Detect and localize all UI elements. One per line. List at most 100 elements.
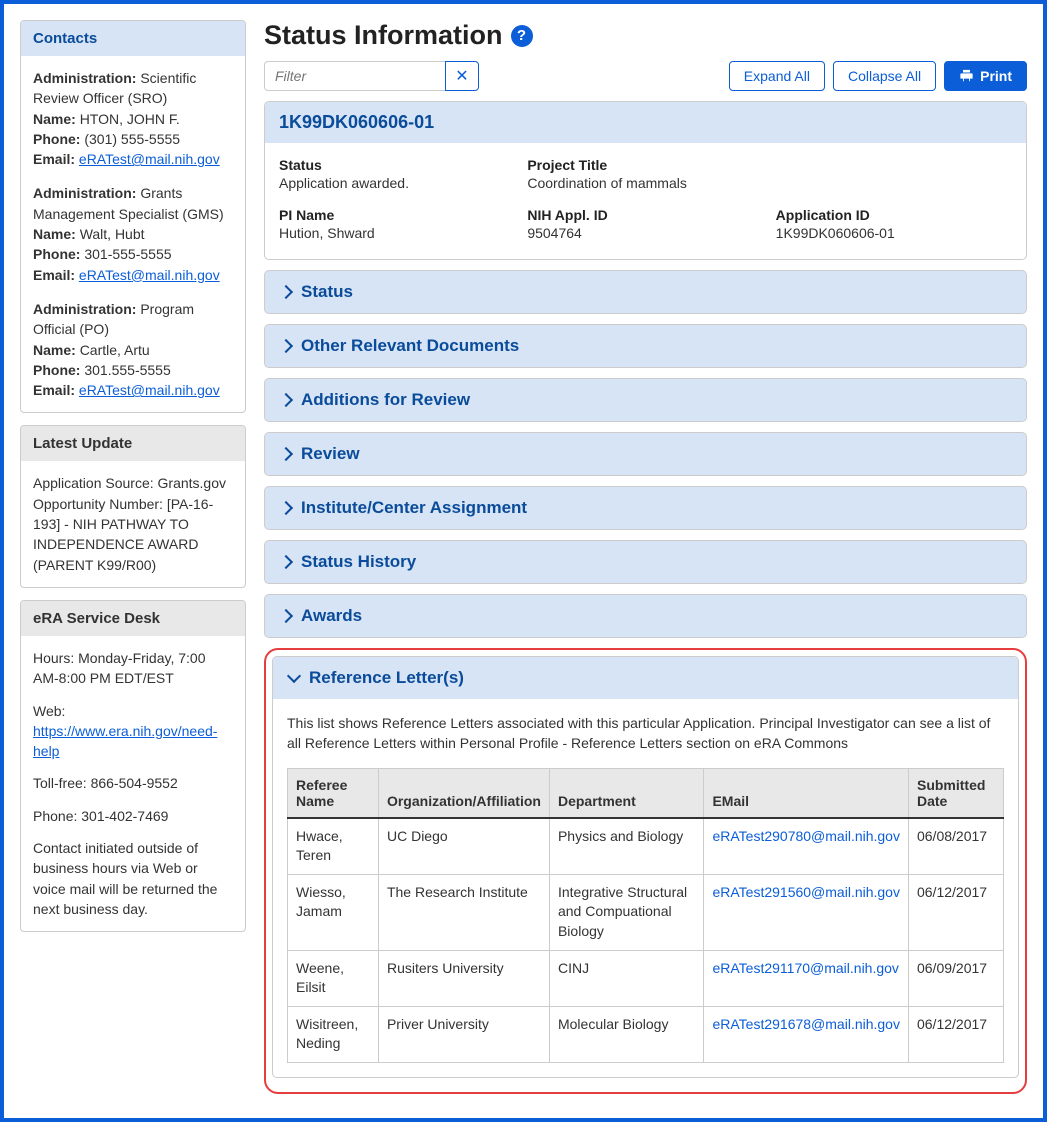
reference-letters-highlight: Reference Letter(s) This list shows Refe… <box>264 648 1027 1094</box>
cell-organization: The Research Institute <box>378 874 549 950</box>
accordion-other-docs[interactable]: Other Relevant Documents <box>264 324 1027 368</box>
contact-email-link[interactable]: eRATest@mail.nih.gov <box>79 267 220 283</box>
referee-email-link[interactable]: eRATest291560@mail.nih.gov <box>712 884 900 900</box>
accordion-additions-review[interactable]: Additions for Review <box>264 378 1027 422</box>
accordion-review[interactable]: Review <box>264 432 1027 476</box>
contact-name-value: Walt, Hubt <box>80 226 145 242</box>
cell-referee-name: Weene, Eilsit <box>288 950 379 1006</box>
contact-name-value: HTON, JOHN F. <box>80 111 180 127</box>
cell-submitted-date: 06/12/2017 <box>908 1006 1003 1062</box>
service-desk-header: eRA Service Desk <box>21 601 245 636</box>
accordion-label: Additions for Review <box>301 390 470 410</box>
main-content: Status Information ? ✕ Expand All Collap… <box>264 20 1027 1102</box>
service-desk-panel: eRA Service Desk Hours: Monday-Friday, 7… <box>20 600 246 932</box>
application-id-value: 1K99DK060606-01 <box>776 225 1012 241</box>
chevron-right-icon <box>279 339 293 353</box>
service-desk-note: Contact initiated outside of business ho… <box>33 838 233 919</box>
table-row: Hwace, Teren UC Diego Physics and Biolog… <box>288 818 1004 875</box>
service-desk-web-link[interactable]: https://www.era.nih.gov/need-help <box>33 723 217 759</box>
referee-email-link[interactable]: eRATest290780@mail.nih.gov <box>712 828 900 844</box>
cell-referee-name: Wisitreen, Neding <box>288 1006 379 1062</box>
contact-email-label: Email: <box>33 151 75 167</box>
chevron-right-icon <box>279 555 293 569</box>
accordion-label: Status <box>301 282 353 302</box>
application-id-label: Application ID <box>776 207 1012 223</box>
contact-block: Administration: Program Official (PO) Na… <box>33 299 233 400</box>
accordion-status-history[interactable]: Status History <box>264 540 1027 584</box>
chevron-right-icon <box>279 393 293 407</box>
service-desk-hours: Hours: Monday-Friday, 7:00 AM-8:00 PM ED… <box>33 648 233 689</box>
cell-submitted-date: 06/08/2017 <box>908 818 1003 875</box>
contact-name-value: Cartle, Artu <box>80 342 150 358</box>
reference-letters-description: This list shows Reference Letters associ… <box>287 713 1004 754</box>
col-submitted-date: Submitted Date <box>908 768 1003 818</box>
project-title-label: Project Title <box>527 157 1012 173</box>
service-desk-web-label: Web: <box>33 703 65 719</box>
sidebar: Contacts Administration: Scientific Revi… <box>20 20 246 1102</box>
pi-name-label: PI Name <box>279 207 515 223</box>
filter-wrap: ✕ <box>264 61 479 91</box>
cell-department: Molecular Biology <box>549 1006 704 1062</box>
accordion-label: Other Relevant Documents <box>301 336 519 356</box>
accordion-reference-letters[interactable]: Reference Letter(s) <box>273 657 1018 699</box>
contact-admin-label: Administration: <box>33 301 136 317</box>
print-icon <box>959 69 974 83</box>
accordion-awards[interactable]: Awards <box>264 594 1027 638</box>
page-title: Status Information ? <box>264 20 1027 51</box>
help-icon[interactable]: ? <box>511 25 533 47</box>
accordion-label: Institute/Center Assignment <box>301 498 527 518</box>
contact-email-label: Email: <box>33 267 75 283</box>
cell-department: Physics and Biology <box>549 818 704 875</box>
expand-all-button[interactable]: Expand All <box>729 61 825 91</box>
contact-admin-label: Administration: <box>33 185 136 201</box>
latest-update-text: Application Source: Grants.gov Opportuni… <box>33 473 233 574</box>
contact-email-label: Email: <box>33 382 75 398</box>
accordion-label: Status History <box>301 552 416 572</box>
cell-submitted-date: 06/09/2017 <box>908 950 1003 1006</box>
reference-letters-body: This list shows Reference Letters associ… <box>273 699 1018 1077</box>
contact-block: Administration: Grants Management Specia… <box>33 183 233 284</box>
table-row: Wisitreen, Neding Priver University Mole… <box>288 1006 1004 1062</box>
print-button[interactable]: Print <box>944 61 1027 91</box>
chevron-right-icon <box>279 447 293 461</box>
cell-submitted-date: 06/12/2017 <box>908 874 1003 950</box>
contact-admin-label: Administration: <box>33 70 136 86</box>
referee-email-link[interactable]: eRATest291170@mail.nih.gov <box>712 960 898 976</box>
contact-name-label: Name: <box>33 111 76 127</box>
contact-phone-value: 301.555-5555 <box>84 362 170 378</box>
application-info-grid: Status Application awarded. Project Titl… <box>265 143 1026 259</box>
table-row: Wiesso, Jamam The Research Institute Int… <box>288 874 1004 950</box>
service-desk-tollfree: Toll-free: 866-504-9552 <box>33 773 233 793</box>
print-button-label: Print <box>980 68 1012 84</box>
chevron-right-icon <box>279 285 293 299</box>
reference-letters-table: Referee Name Organization/Affiliation De… <box>287 768 1004 1063</box>
accordion-label: Reference Letter(s) <box>309 668 464 688</box>
col-referee-name: Referee Name <box>288 768 379 818</box>
contact-phone-label: Phone: <box>33 362 80 378</box>
page-title-text: Status Information <box>264 20 503 51</box>
contact-email-link[interactable]: eRATest@mail.nih.gov <box>79 382 220 398</box>
cell-organization: Rusiters University <box>378 950 549 1006</box>
application-card: 1K99DK060606-01 Status Application award… <box>264 101 1027 260</box>
contact-email-link[interactable]: eRATest@mail.nih.gov <box>79 151 220 167</box>
filter-input[interactable] <box>264 61 446 91</box>
latest-update-header: Latest Update <box>21 426 245 461</box>
project-title-value: Coordination of mammals <box>527 175 1012 191</box>
reference-letters-section: Reference Letter(s) This list shows Refe… <box>272 656 1019 1078</box>
cell-referee-name: Hwace, Teren <box>288 818 379 875</box>
contact-phone-value: (301) 555-5555 <box>84 131 180 147</box>
service-desk-body: Hours: Monday-Friday, 7:00 AM-8:00 PM ED… <box>21 636 245 931</box>
filter-clear-button[interactable]: ✕ <box>445 61 479 91</box>
chevron-down-icon <box>287 669 301 683</box>
cell-referee-name: Wiesso, Jamam <box>288 874 379 950</box>
accordion-status[interactable]: Status <box>264 270 1027 314</box>
referee-email-link[interactable]: eRATest291678@mail.nih.gov <box>712 1016 900 1032</box>
chevron-right-icon <box>279 501 293 515</box>
application-id-header: 1K99DK060606-01 <box>265 102 1026 143</box>
accordion-ic-assignment[interactable]: Institute/Center Assignment <box>264 486 1027 530</box>
collapse-all-button[interactable]: Collapse All <box>833 61 936 91</box>
contacts-header: Contacts <box>21 21 245 56</box>
toolbar: ✕ Expand All Collapse All Print <box>264 61 1027 91</box>
chevron-right-icon <box>279 609 293 623</box>
cell-organization: UC Diego <box>378 818 549 875</box>
